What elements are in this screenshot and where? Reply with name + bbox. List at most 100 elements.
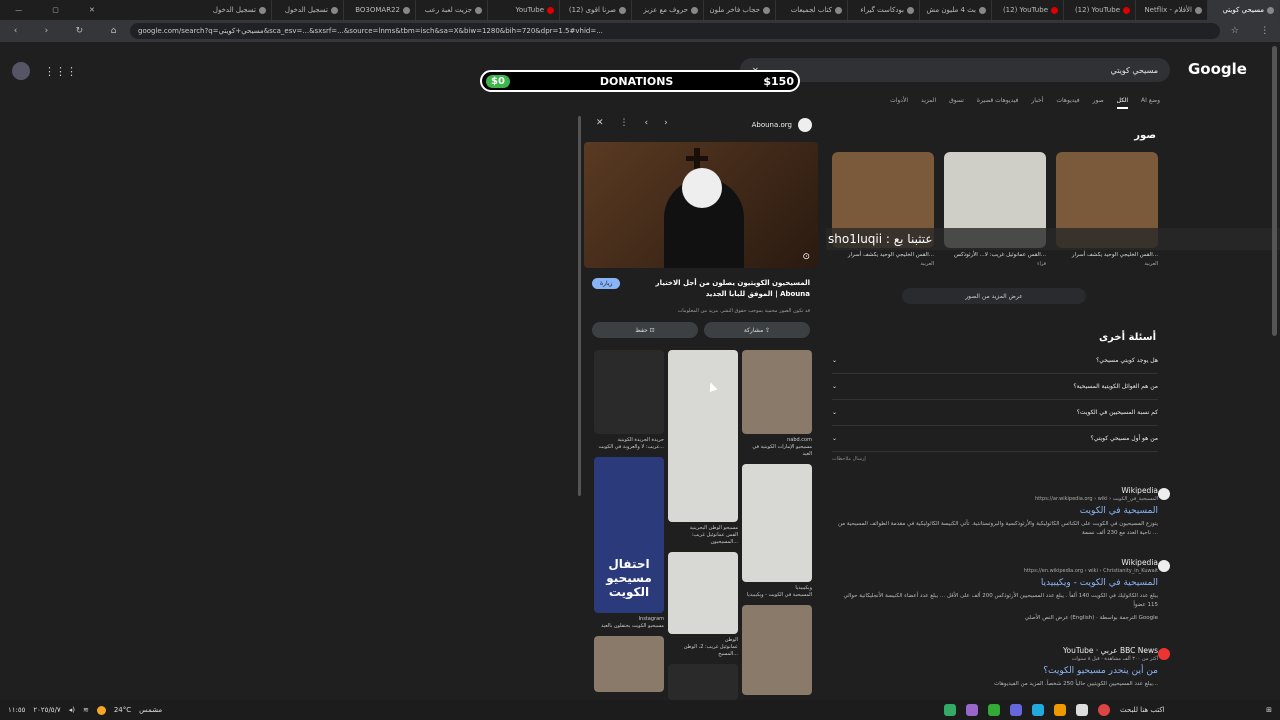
avatar[interactable]: [12, 62, 30, 80]
browser-tab[interactable]: (12) YouTube: [992, 0, 1064, 20]
search-tab[interactable]: فيديوهات: [1056, 97, 1079, 109]
feedback-link[interactable]: إرسال ملاحظات: [832, 456, 866, 462]
search-tab[interactable]: وضع AI: [1141, 97, 1160, 109]
related-thumb[interactable]: [594, 350, 664, 434]
browser-tab[interactable]: حروف مع عزيز: [632, 0, 704, 20]
google-logo[interactable]: Google: [1188, 60, 1247, 78]
wifi-icon[interactable]: ≋: [83, 706, 89, 714]
back-icon[interactable]: ‹: [14, 26, 18, 36]
page-scrollbar[interactable]: [1272, 46, 1277, 336]
related-caption[interactable]: جريدة الجريدة الكويتية غريب: لا والعروبة …: [594, 437, 664, 451]
search-tab[interactable]: تسوق: [949, 97, 964, 109]
browser-tab[interactable]: BO3OMAR22: [344, 0, 416, 20]
maximize-icon[interactable]: ▢: [52, 6, 59, 14]
volume-icon[interactable]: ◂): [69, 706, 75, 714]
browser-tab[interactable]: YouTube: [488, 0, 560, 20]
preview-title[interactable]: المسيحيون الكويتيون يصلون من أجل الاختيا…: [630, 278, 810, 300]
related-thumb[interactable]: [742, 605, 812, 695]
related-caption[interactable]: nabd.com مسيحيو الإمارات الكويتية في العي…: [742, 437, 812, 458]
weather-temp[interactable]: 24°C: [114, 706, 131, 714]
close-window-icon[interactable]: ✕: [89, 6, 95, 14]
related-thumb[interactable]: [742, 464, 812, 582]
windows-start-icon[interactable]: ⊞: [1266, 706, 1272, 714]
forward-icon[interactable]: ›: [45, 26, 49, 36]
chevron-down-icon[interactable]: ⌄: [832, 357, 837, 364]
paa-question[interactable]: ⌄ من هو أول مسيحي كويتي؟: [832, 426, 1158, 452]
search-tab[interactable]: صور: [1093, 97, 1104, 109]
apps-grid-icon[interactable]: ⋮⋮⋮: [44, 65, 77, 78]
browser-tab[interactable]: كتاب لجميعات: [776, 0, 848, 20]
related-thumb[interactable]: [668, 664, 738, 700]
chevron-down-icon[interactable]: ⌄: [832, 383, 837, 390]
image-card-title[interactable]: القس عمانوئيل غريب: لا... الأرثوذكس...: [944, 252, 1046, 258]
related-caption[interactable]: الوطن عمانوئيل غريب: 2، الوطن المسيح...: [668, 637, 738, 658]
reload-icon[interactable]: ↻: [76, 26, 84, 36]
close-preview-icon[interactable]: ✕: [596, 118, 604, 128]
translation-note[interactable]: عرض النص الأصلي (English) · الترجمة بواس…: [832, 614, 1158, 623]
result-site[interactable]: Wikipedia: [832, 558, 1158, 567]
browser-tab[interactable]: بودكاست گيراء: [848, 0, 920, 20]
search-box[interactable]: ✕ مسيحي كويتي: [740, 58, 1170, 82]
image-card-title[interactable]: القس الخليجي الوحيد يكشف أسرار...: [832, 252, 934, 258]
menu-icon[interactable]: ⋮: [1260, 26, 1269, 36]
app-icon[interactable]: [1076, 704, 1088, 716]
result-link[interactable]: المسيحية في الكويت - ويكيبيديا: [832, 578, 1158, 588]
url-field[interactable]: google.com/search?q=مسيحي+كويتي&sca_esv=…: [130, 23, 1220, 39]
search-input[interactable]: مسيحي كويتي: [1111, 66, 1158, 75]
weather-label[interactable]: مشمس: [139, 706, 162, 714]
preview-scrollbar[interactable]: [578, 116, 581, 496]
browser-tab[interactable]: تسجيل الدخول: [272, 0, 344, 20]
browser-tab[interactable]: Netflix - الأفلام: [1136, 0, 1208, 20]
next-image-icon[interactable]: ›: [664, 118, 668, 128]
preview-source[interactable]: Abouna.org: [752, 118, 812, 132]
tray-date[interactable]: ٢٠٢٥/٥/٧: [33, 706, 60, 714]
search-tab[interactable]: أخبار: [1031, 97, 1043, 109]
app-icon[interactable]: [944, 704, 956, 716]
search-tab[interactable]: فيديوهات قصيرة: [977, 97, 1018, 109]
image-card-title[interactable]: القس الخليجي الوحيد يكشف أسرار...: [1056, 252, 1158, 258]
more-options-icon[interactable]: ⋮: [620, 118, 629, 128]
result-site[interactable]: YouTube · عربي BBC News: [832, 646, 1158, 655]
visit-button[interactable]: زيارة: [592, 278, 621, 289]
paa-question[interactable]: ⌄ من هم العوائل الكويتية المسيحية؟: [832, 374, 1158, 400]
related-thumb[interactable]: [668, 350, 738, 522]
prev-image-icon[interactable]: ‹: [645, 118, 649, 128]
related-caption[interactable]: Instagram مسيحيو الكويت يحتفلون بالعيد: [594, 616, 664, 630]
preview-main-image[interactable]: ⊙: [584, 142, 818, 268]
taskbar-search-label[interactable]: اكتب هنا للبحث: [1120, 706, 1165, 714]
related-thumb[interactable]: احتفال مسيحيو الكويت: [594, 457, 664, 613]
browser-tab[interactable]: بث 4 مليون مش: [920, 0, 992, 20]
taskbar-search[interactable]: اكتب هنا للبحث ⊞: [1120, 706, 1280, 714]
lens-icon[interactable]: ⊙: [802, 252, 810, 262]
search-tab[interactable]: الكل: [1116, 97, 1129, 109]
related-thumb[interactable]: [594, 636, 664, 692]
paa-question[interactable]: ⌄ كم نسبة المسيحيين في الكويت؟: [832, 400, 1158, 426]
chrome-icon[interactable]: [1098, 704, 1110, 716]
chevron-down-icon[interactable]: ⌄: [832, 409, 837, 416]
related-caption[interactable]: مسيحو الوطن البحرينية القس عمانوئيل غريب:…: [668, 525, 738, 546]
search-tab[interactable]: المزيد: [921, 97, 936, 109]
result-link[interactable]: المسيحية في الكويت: [832, 506, 1158, 516]
browser-tab[interactable]: تسجيل الدخول: [200, 0, 272, 20]
tray-time[interactable]: ١١:٥٥: [8, 706, 25, 714]
browser-tab[interactable]: (12) YouTube: [1064, 0, 1136, 20]
related-caption[interactable]: ويكيبيديا المسيحية في الكويت - ويكيبيديا: [742, 585, 812, 599]
related-thumb[interactable]: [668, 552, 738, 634]
app-icon[interactable]: [988, 704, 1000, 716]
app-icon[interactable]: [1054, 704, 1066, 716]
result-cite[interactable]: https://ar.wikipedia.org › wiki › المسيح…: [832, 496, 1158, 502]
bookmark-star-icon[interactable]: ☆: [1231, 26, 1239, 36]
app-icon[interactable]: [1010, 704, 1022, 716]
browser-tab[interactable]: جزيت لعبة رعب: [416, 0, 488, 20]
app-icon[interactable]: [966, 704, 978, 716]
minimize-icon[interactable]: —: [15, 6, 22, 14]
browser-tab[interactable]: حجاب فاخر ملون: [704, 0, 776, 20]
browser-tab[interactable]: (12) صرنا اقوى: [560, 0, 632, 20]
app-icon[interactable]: [1032, 704, 1044, 716]
chevron-down-icon[interactable]: ⌄: [832, 435, 837, 442]
browser-tab[interactable]: مسيحي كويتي: [1208, 0, 1280, 20]
result-cite[interactable]: https://en.wikipedia.org › wiki › Christ…: [832, 568, 1158, 574]
home-icon[interactable]: ⌂: [111, 26, 117, 36]
more-images-button[interactable]: عرض المزيد من الصور: [902, 288, 1086, 304]
paa-question[interactable]: ⌄ هل يوجد كويتي مسيحي؟: [832, 348, 1158, 374]
